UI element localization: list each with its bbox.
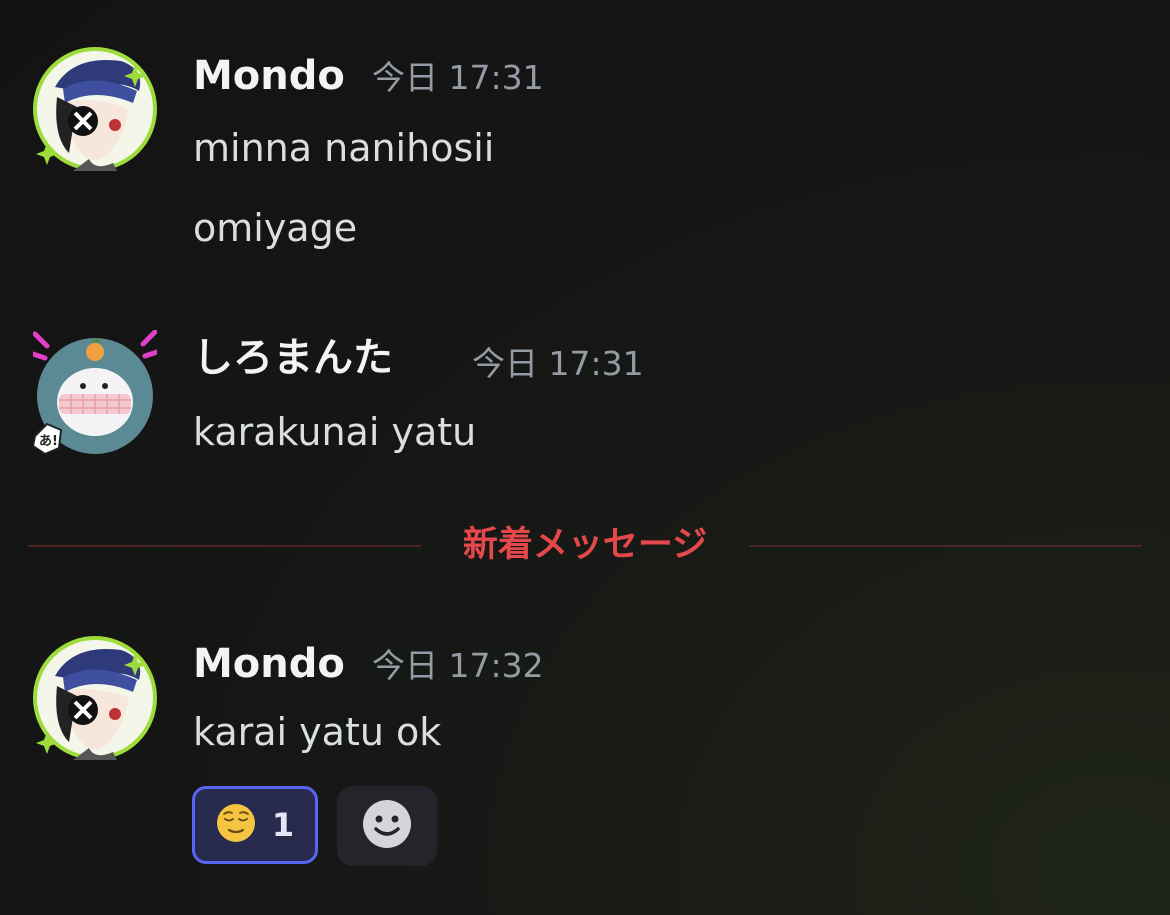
message-text: minna nanihosii [193, 126, 495, 170]
smiley-face-icon [362, 799, 412, 853]
new-messages-label: 新着メッセージ [462, 525, 708, 565]
avatar-mondo-image [33, 636, 157, 760]
message-text: omiyage [193, 206, 358, 250]
svg-text:あ!: あ! [39, 434, 58, 449]
chat-log: Mondo 今日 17:31 minna nanihosii omiyage あ… [0, 0, 1170, 915]
message-timestamp: 今日 17:31 [472, 344, 644, 383]
relieved-face-icon [216, 803, 256, 847]
avatar[interactable]: あ! [33, 330, 157, 454]
divider-line-left [28, 545, 421, 547]
avatar-mondo-image [33, 47, 157, 171]
divider-line-right [749, 545, 1142, 547]
avatar[interactable] [33, 47, 157, 171]
message-author[interactable]: Mondo [193, 640, 345, 688]
add-reaction-button[interactable] [337, 786, 437, 866]
message-timestamp: 今日 17:32 [372, 646, 544, 685]
message-text: karai yatu ok [193, 710, 442, 754]
reaction-count: 1 [271, 806, 295, 844]
message-text: karakunai yatu [193, 410, 477, 454]
message-author[interactable]: しろまんた [193, 334, 393, 382]
avatar[interactable] [33, 636, 157, 760]
message-timestamp: 今日 17:31 [372, 58, 544, 97]
message-author[interactable]: Mondo [193, 52, 345, 100]
reaction-button[interactable]: 1 [192, 786, 318, 864]
avatar-shiromanta-image: あ! [33, 330, 157, 454]
